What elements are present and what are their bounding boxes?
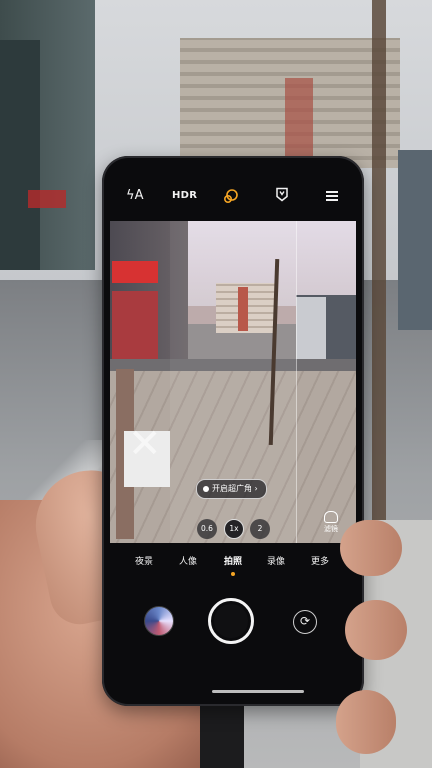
filter-label: 滤镜 [324,525,338,533]
preview-x-mark: ✕ [128,421,162,467]
beauty-face-icon[interactable] [223,188,239,204]
gallery-thumbnail[interactable] [144,606,174,636]
chevron-right-icon: › [254,484,258,493]
zoom-1x-button[interactable]: 1x [224,519,244,539]
filter-icon [324,511,338,523]
mode-night[interactable]: 夜景 [135,554,153,567]
mode-selector: 夜景 人像 拍照 录像 更多 [102,554,364,572]
finger-middle [345,600,407,660]
preview-shopfront [112,291,158,361]
right-building [398,150,432,330]
home-indicator[interactable] [212,690,304,693]
shutter-button[interactable] [208,598,254,644]
left-red-sign [28,190,66,208]
wide-angle-label: 开启超广角 [212,484,252,493]
active-mode-indicator [231,572,235,576]
mode-video[interactable]: 录像 [267,554,285,567]
hamburger-menu-icon[interactable] [326,189,338,203]
mode-photo[interactable]: 拍照 [224,554,242,567]
wide-angle-dot-icon [203,485,209,492]
viewfinder[interactable]: ✕ 开启超广角 › 0.6 1x 2 滤镜 [110,221,356,543]
zoom-2-button[interactable]: 2 [250,519,270,539]
finger-ring [336,690,396,754]
camera-switch-icon[interactable]: ⟳ [293,610,317,634]
hdr-toggle[interactable]: HDR [172,189,197,203]
film-mode-icon[interactable] [276,187,288,205]
preview-red-sign [112,261,158,283]
camera-top-bar: ϟA HDR [102,156,364,220]
mode-portrait[interactable]: 人像 [179,554,197,567]
brown-pole [372,0,386,520]
mode-more[interactable]: 更多 [311,554,329,567]
wide-angle-button[interactable]: 开启超广角 › [196,479,267,499]
zoom-0-6-button[interactable]: 0.6 [197,519,217,539]
finger-index [340,520,402,576]
building-red-stripe [285,78,313,158]
filter-button[interactable]: 滤镜 [324,511,338,534]
charging-cable [200,700,244,768]
preview-white-facade [296,297,326,359]
flash-auto-icon[interactable]: ϟA [126,189,143,203]
left-building-dark [0,40,40,270]
phone: ϟA HDR ✕ 开启超广角 › 0.6 1x 2 滤镜 夜景 人像 拍照 录像… [102,156,364,706]
